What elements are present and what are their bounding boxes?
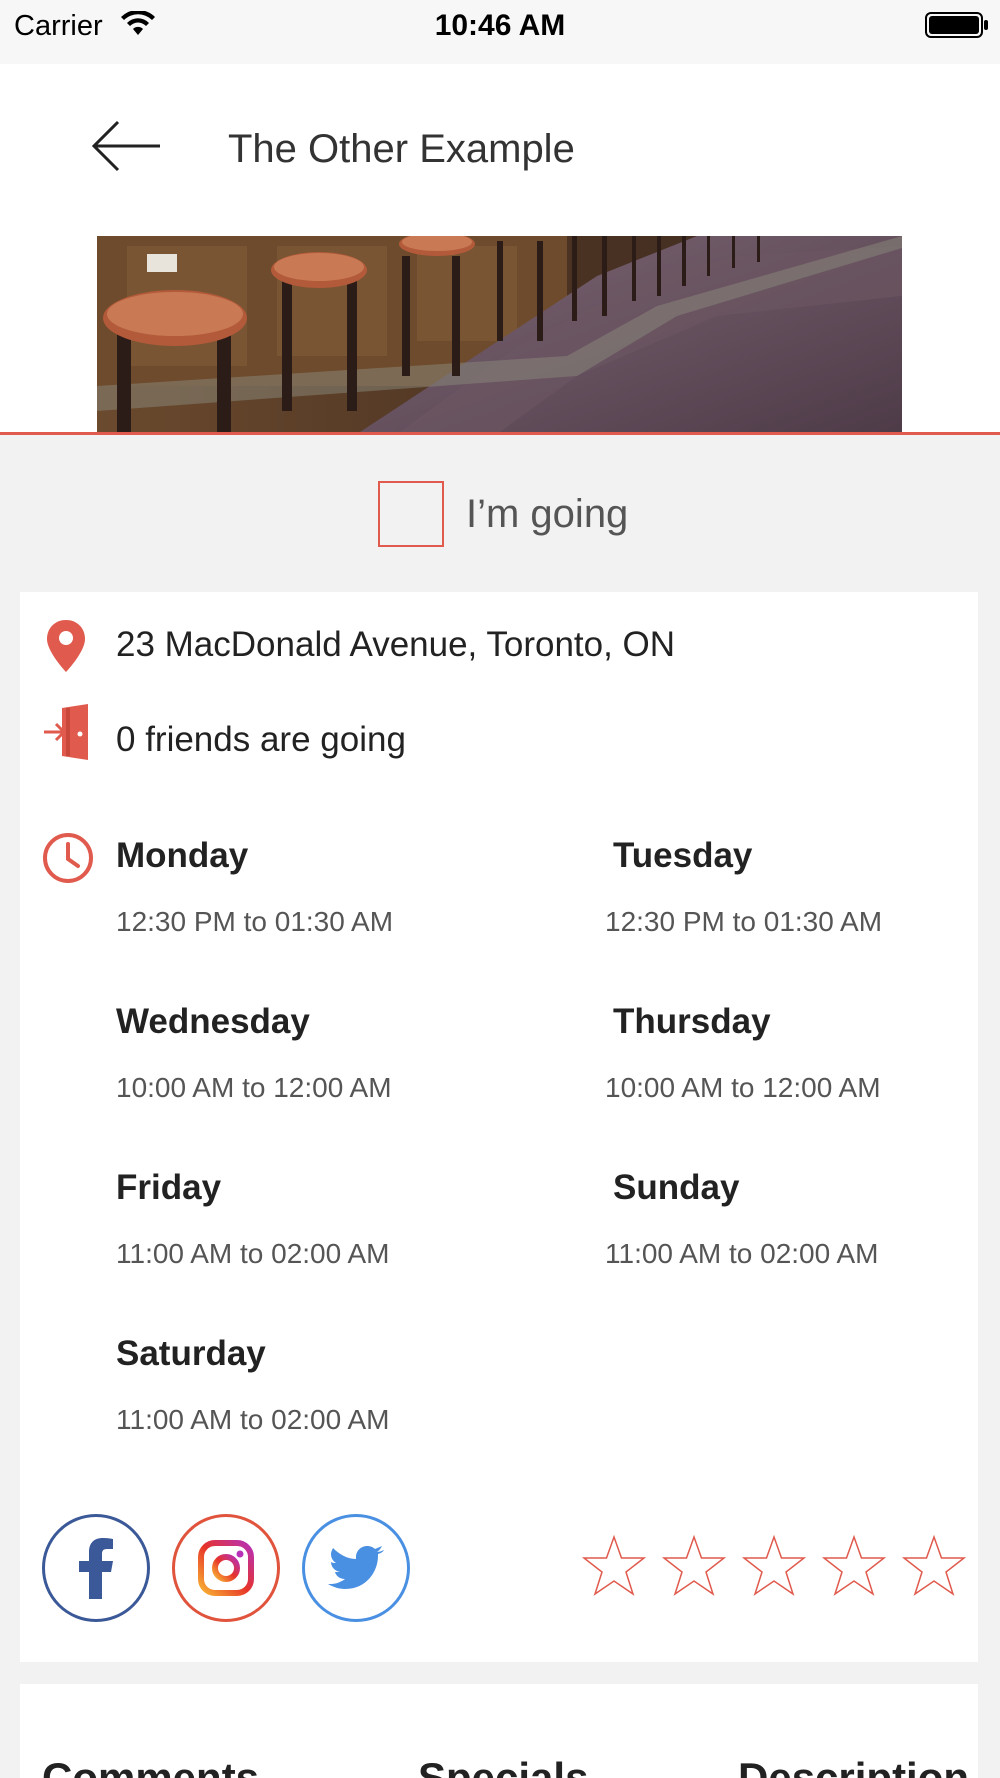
hours-day: Thursday: [613, 1002, 771, 1041]
header: The Other Example: [0, 64, 1000, 434]
hours-day: Monday: [116, 836, 249, 875]
clock-icon: [43, 833, 93, 883]
facebook-icon: [79, 1538, 113, 1599]
back-button[interactable]: [86, 116, 166, 176]
hours-day: Tuesday: [613, 836, 753, 875]
hours-time: 11:00 AM to 02:00 AM: [605, 1238, 879, 1269]
hours-time: 11:00 AM to 02:00 AM: [116, 1404, 390, 1435]
hero-image: [97, 236, 902, 434]
hours-day: Wednesday: [116, 1002, 310, 1041]
rating-star-1[interactable]: [581, 1534, 647, 1598]
facebook-button[interactable]: [42, 1514, 150, 1622]
tab-comments[interactable]: Comments: [42, 1754, 259, 1778]
instagram-button[interactable]: [172, 1514, 280, 1622]
going-row: I’m going: [0, 480, 1000, 550]
twitter-button[interactable]: [302, 1514, 410, 1622]
hours-time: 10:00 AM to 12:00 AM: [605, 1072, 881, 1103]
friends-going-text: 0 friends are going: [116, 720, 406, 759]
instagram-icon: [198, 1540, 254, 1596]
info-card: 23 MacDonald Avenue, Toronto, ON 0 frien…: [20, 592, 978, 1662]
battery-icon: [925, 12, 988, 38]
hours-day: Sunday: [613, 1168, 740, 1207]
hours-time: 10:00 AM to 12:00 AM: [116, 1072, 392, 1103]
hours-time: 12:30 PM to 01:30 AM: [116, 906, 394, 937]
map-pin-icon: [47, 620, 85, 672]
tab-description[interactable]: Description: [738, 1754, 969, 1778]
tabs-card: Comments Specials Description: [20, 1684, 978, 1778]
twitter-icon: [328, 1546, 384, 1589]
hours-time: 11:00 AM to 02:00 AM: [116, 1238, 390, 1269]
going-label: I’m going: [466, 492, 629, 536]
status-bar: Carrier 10:46 AM: [0, 0, 1000, 64]
tab-specials[interactable]: Specials: [418, 1754, 588, 1778]
rating-star-5[interactable]: [901, 1534, 967, 1598]
door-enter-icon: [44, 704, 88, 760]
status-time: 10:46 AM: [434, 9, 566, 42]
address-text: 23 MacDonald Avenue, Toronto, ON: [116, 625, 676, 664]
going-checkbox[interactable]: [378, 481, 444, 547]
hours-day: Saturday: [116, 1334, 266, 1373]
hours-day: Friday: [116, 1168, 222, 1207]
rating-star-2[interactable]: [661, 1534, 727, 1598]
hero-divider: [0, 432, 1000, 435]
arrow-left-icon: [91, 120, 160, 172]
page-title: The Other Example: [228, 127, 575, 171]
rating-star-4[interactable]: [821, 1534, 887, 1598]
hours-time: 12:30 PM to 01:30 AM: [605, 906, 883, 937]
rating-star-3[interactable]: [741, 1534, 807, 1598]
